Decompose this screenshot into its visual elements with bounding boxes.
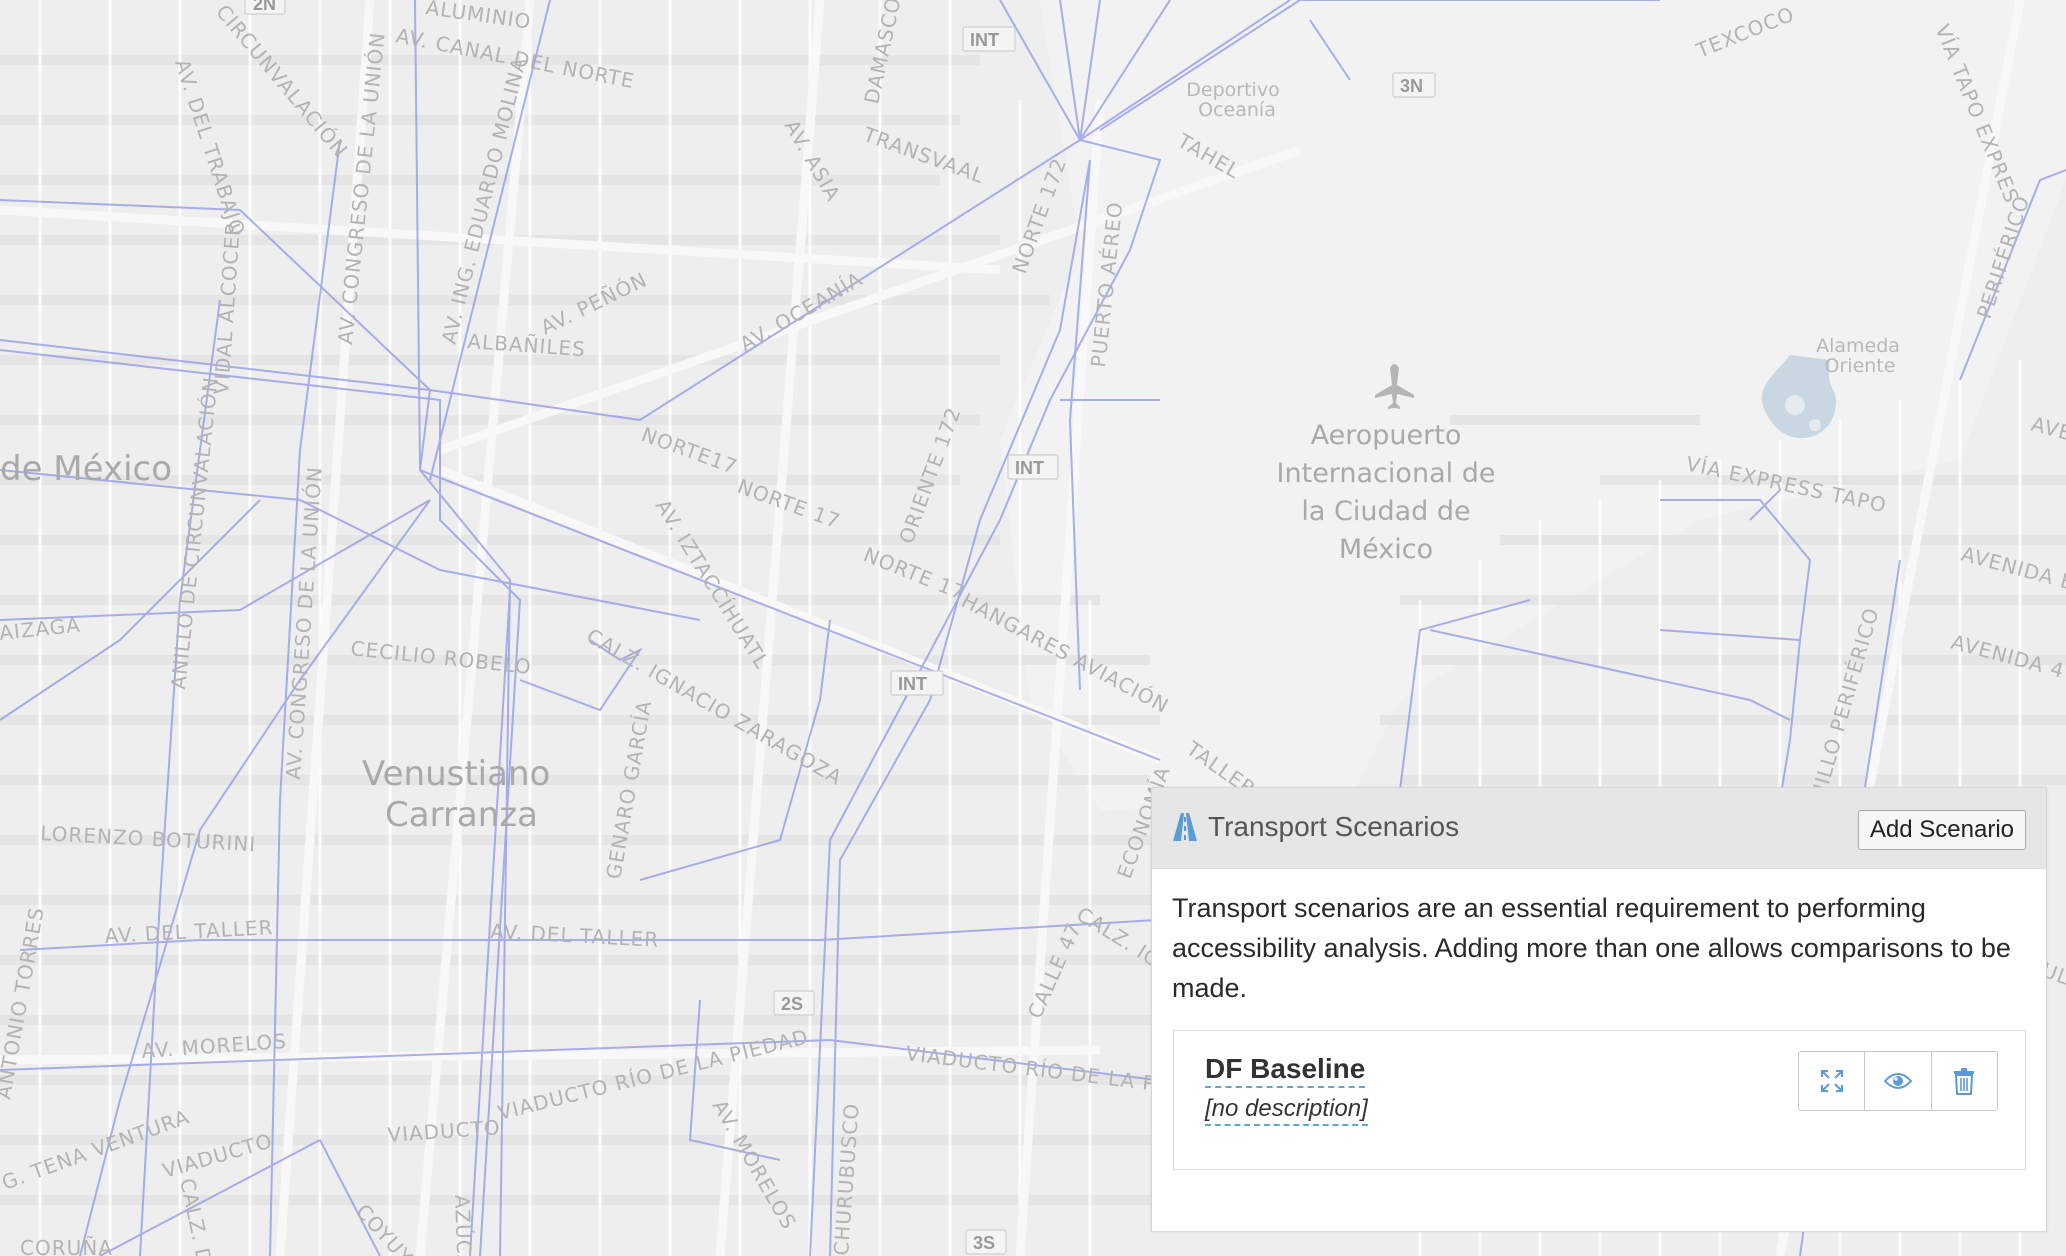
map-district-label: de México bbox=[0, 449, 172, 489]
scenario-card: DF Baseline [no description] bbox=[1173, 1030, 2026, 1170]
map-airport-label: Aeropuerto bbox=[1311, 420, 1462, 451]
map-shield-label: INT bbox=[1015, 458, 1044, 478]
road-icon bbox=[1173, 813, 1197, 841]
map-street-label: CORUÑA bbox=[20, 1236, 113, 1256]
panel-description: Transport scenarios are an essential req… bbox=[1172, 893, 2011, 1003]
map-shield-label: 2N bbox=[253, 0, 276, 14]
add-scenario-button[interactable]: Add Scenario bbox=[1857, 810, 2026, 850]
map-shield-label: INT bbox=[898, 674, 927, 694]
toggle-visibility-button[interactable] bbox=[1865, 1052, 1932, 1110]
map-airport-label: la Ciudad de bbox=[1301, 496, 1470, 527]
eye-icon bbox=[1883, 1073, 1912, 1089]
map-district-label: Venustiano bbox=[362, 754, 550, 794]
map-shield-label: 2S bbox=[781, 994, 803, 1014]
map-shield-label: 3S bbox=[973, 1233, 995, 1253]
map-poi-label: Deportivo bbox=[1186, 79, 1279, 101]
panel-header: Transport Scenarios Add Scenario bbox=[1152, 788, 2046, 869]
map-poi-label: Oriente bbox=[1825, 355, 1896, 377]
expand-icon bbox=[1820, 1070, 1843, 1092]
map-poi-label: Oceanía bbox=[1198, 99, 1276, 121]
delete-button[interactable] bbox=[1931, 1052, 1997, 1110]
map-district-label: Carranza bbox=[385, 795, 538, 835]
map-street-label: AZÚCA bbox=[450, 1194, 477, 1256]
trash-icon bbox=[1954, 1068, 1975, 1095]
map-airport-label: México bbox=[1339, 534, 1433, 565]
map-shield-label: 3N bbox=[1400, 76, 1423, 96]
expand-button[interactable] bbox=[1799, 1052, 1866, 1110]
map-poi-label: Alameda bbox=[1816, 335, 1900, 357]
panel-title: Transport Scenarios bbox=[1208, 811, 1460, 842]
scenario-name[interactable]: DF Baseline bbox=[1205, 1053, 1366, 1088]
map-shield-label: INT bbox=[970, 30, 999, 50]
scenario-description[interactable]: [no description] bbox=[1205, 1095, 1368, 1126]
map-airport-label: Internacional de bbox=[1277, 458, 1496, 489]
transport-scenarios-panel: Transport Scenarios Add Scenario Transpo… bbox=[1151, 787, 2047, 1232]
scenario-actions bbox=[1798, 1051, 1998, 1111]
